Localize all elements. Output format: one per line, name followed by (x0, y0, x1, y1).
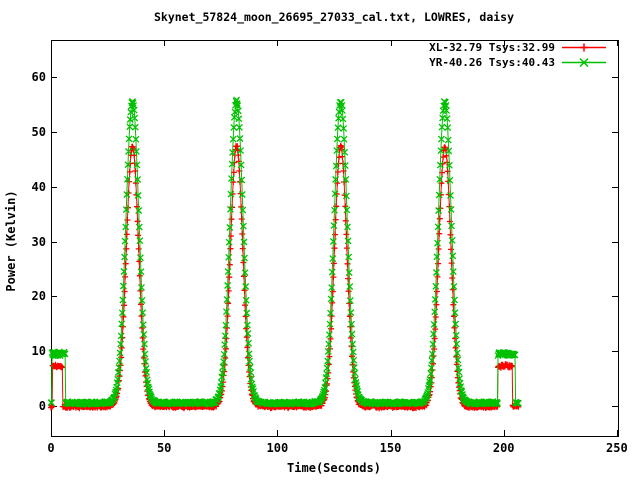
y-tick-label: 50 (31, 125, 46, 140)
legend-entry-xl: XL-32.79 Tsys:32.99 (340, 40, 607, 55)
y-tick-label: 0 (38, 398, 46, 413)
series-markers-1 (47, 96, 522, 408)
legend-label-yr: YR-40.26 Tsys:40.43 (429, 56, 555, 69)
legend: XL-32.79 Tsys:32.99 YR-40.26 Tsys:40.43 (340, 40, 607, 70)
legend-sample-plus-icon (562, 43, 606, 52)
x-tick-label: 100 (266, 441, 289, 455)
y-tick-label: 60 (31, 70, 46, 85)
x-tick-label: 150 (379, 441, 402, 455)
y-tick-label: 20 (31, 289, 46, 304)
x-tick-label: 200 (492, 441, 515, 455)
gnuplot-window: Skynet_57824_moon_26695_27033_cal.txt, L… (0, 0, 640, 480)
legend-sample-cross-icon (562, 57, 606, 68)
x-tick-label: 0 (47, 441, 55, 455)
legend-entry-yr: YR-40.26 Tsys:40.43 (340, 55, 607, 70)
chart-canvas (47, 40, 619, 437)
x-tick-label: 250 (606, 441, 628, 455)
y-tick-label: 10 (31, 344, 46, 359)
y-tick-label: 40 (31, 179, 46, 194)
chart-title: Skynet_57824_moon_26695_27033_cal.txt, L… (153, 10, 515, 24)
series-line-0 (50, 144, 519, 410)
x-tick-label: 50 (156, 441, 172, 455)
legend-label-xl: XL-32.79 Tsys:32.99 (429, 41, 555, 54)
y-tick-label: 30 (31, 234, 46, 249)
x-axis-label: Time(Seconds) (287, 461, 381, 475)
